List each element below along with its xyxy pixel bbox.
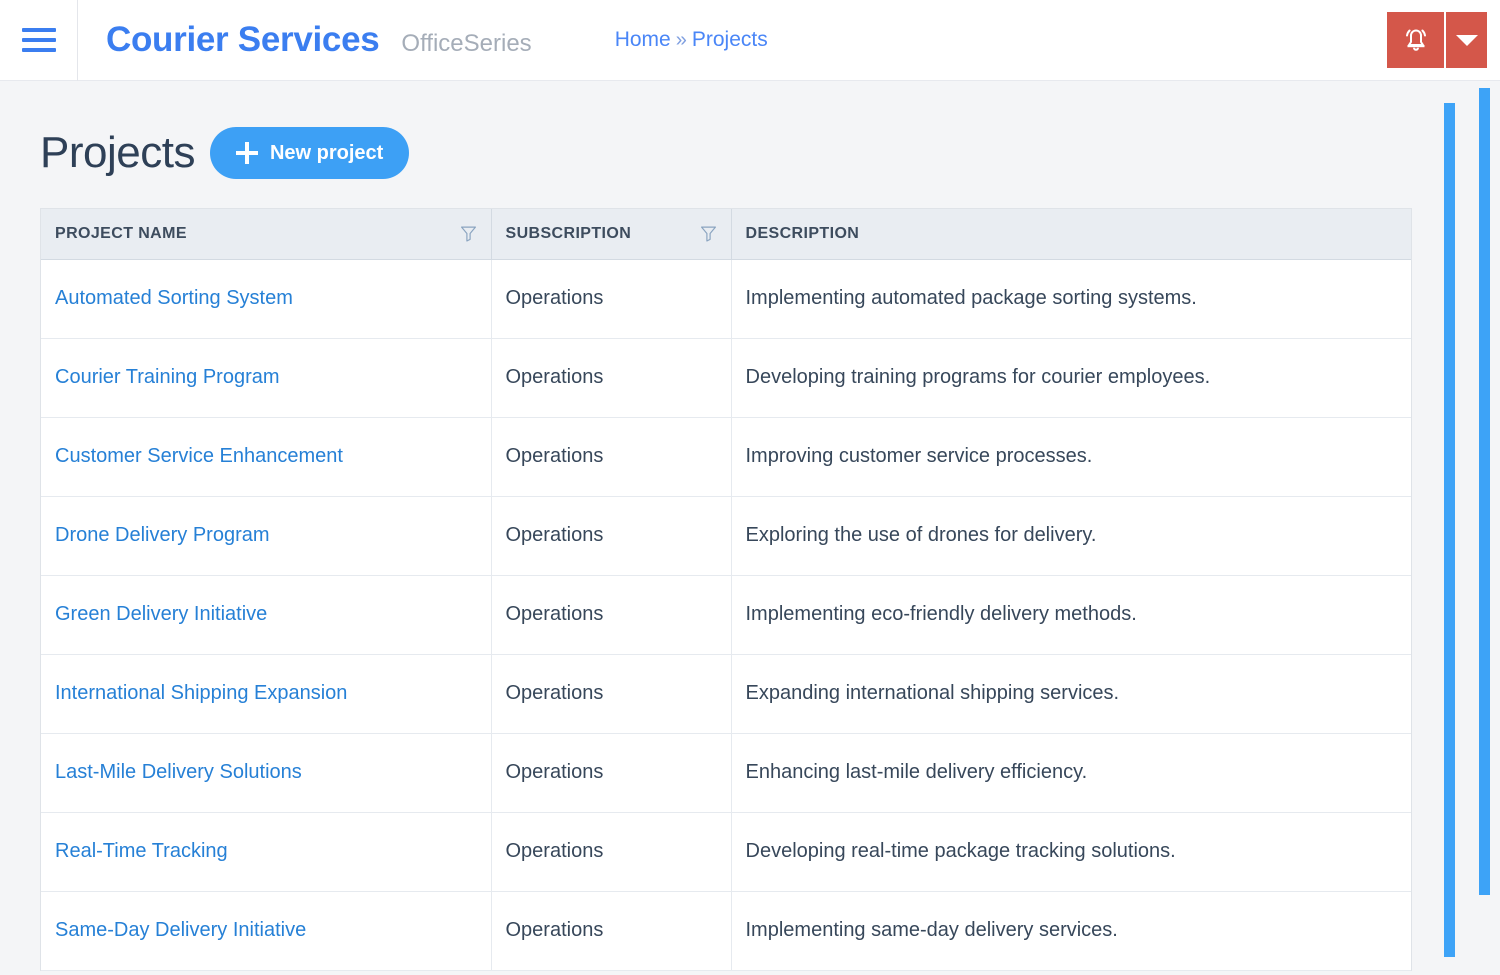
filter-funnel-icon[interactable] <box>460 225 477 242</box>
table-row: Automated Sorting System Operations Implem… <box>41 259 1411 339</box>
cell-project-name: Drone Delivery Program <box>41 496 492 576</box>
table-row: Real-Time Tracking Operations Developing r… <box>41 812 1411 892</box>
cell-subscription: Operations <box>491 733 732 813</box>
project-link[interactable]: Green Delivery Initiative <box>55 603 267 625</box>
inner-scrollbar-thumb[interactable] <box>1444 103 1455 957</box>
table-row: Last-Mile Delivery Solutions Operations En… <box>41 733 1411 813</box>
column-label: PROJECT NAME <box>55 224 187 242</box>
hamburger-menu-icon[interactable] <box>0 0 78 81</box>
cell-subscription: Operations <box>491 812 732 892</box>
notifications-button[interactable] <box>1387 12 1444 68</box>
brand: Courier Services OfficeSeries <box>106 20 532 60</box>
cell-description: Implementing same-day delivery services. <box>731 891 1411 971</box>
cell-description: Developing training programs for courier… <box>731 338 1411 418</box>
filter-funnel-icon[interactable] <box>700 225 717 242</box>
cell-project-name: Automated Sorting System <box>41 259 492 339</box>
header-actions <box>1387 12 1487 68</box>
project-link[interactable]: Same-Day Delivery Initiative <box>55 919 306 941</box>
cell-project-name: Green Delivery Initiative <box>41 575 492 655</box>
project-link[interactable]: Drone Delivery Program <box>55 524 270 546</box>
page-header-row: Projects New project <box>0 81 1500 179</box>
cell-subscription: Operations <box>491 891 732 971</box>
page-scrollbar-thumb[interactable] <box>1479 88 1490 895</box>
hamburger-line <box>21 38 56 42</box>
cell-description: Developing real-time package tracking so… <box>731 812 1411 892</box>
column-header-subscription[interactable]: SUBSCRIPTION <box>491 209 732 260</box>
bell-icon <box>1405 29 1426 51</box>
column-label: SUBSCRIPTION <box>505 224 632 242</box>
page-content: Projects New project PROJECT NAME SUBSCR… <box>0 81 1500 975</box>
projects-table-container: PROJECT NAME SUBSCRIPTION DESCRIPTION Au… <box>40 208 1412 971</box>
table-body: Automated Sorting System Operations Implem… <box>41 259 1411 971</box>
project-link[interactable]: Last-Mile Delivery Solutions <box>55 761 302 783</box>
column-header-description[interactable]: DESCRIPTION <box>731 209 1411 260</box>
project-link[interactable]: Automated Sorting System <box>55 287 293 309</box>
app-header: Courier Services OfficeSeries Home » Pro… <box>0 0 1500 81</box>
column-header-project-name[interactable]: PROJECT NAME <box>41 209 492 260</box>
cell-subscription: Operations <box>491 338 732 418</box>
project-link[interactable]: International Shipping Expansion <box>55 682 347 704</box>
cell-project-name: Last-Mile Delivery Solutions <box>41 733 492 813</box>
table-row: Drone Delivery Program Operations Explorin… <box>41 496 1411 576</box>
table-row: Courier Training Program Operations Develo… <box>41 338 1411 418</box>
plus-icon <box>235 142 258 164</box>
cell-description: Exploring the use of drones for delivery… <box>731 496 1411 576</box>
cell-description: Enhancing last-mile delivery efficiency. <box>731 733 1411 813</box>
cell-subscription: Operations <box>491 654 732 734</box>
cell-project-name: Real-Time Tracking <box>41 812 492 892</box>
cell-description: Implementing eco-friendly delivery metho… <box>731 575 1411 655</box>
table-header-row: PROJECT NAME SUBSCRIPTION DESCRIPTION <box>41 209 1411 260</box>
cell-subscription: Operations <box>491 259 732 339</box>
new-project-button[interactable]: New project <box>209 127 410 179</box>
project-link[interactable]: Customer Service Enhancement <box>55 445 343 467</box>
hamburger-line <box>21 48 56 52</box>
chevron-down-icon <box>1455 34 1478 46</box>
breadcrumb: Home » Projects <box>615 28 768 52</box>
breadcrumb-link-home[interactable]: Home <box>615 28 671 52</box>
table-row: Green Delivery Initiative Operations Imple… <box>41 575 1411 655</box>
breadcrumb-separator: » <box>675 29 687 51</box>
cell-subscription: Operations <box>491 417 732 497</box>
cell-project-name: Same-Day Delivery Initiative <box>41 891 492 971</box>
brand-title: Courier Services <box>106 20 380 59</box>
table-row: Same-Day Delivery Initiative Operations Im… <box>41 891 1411 971</box>
hamburger-line <box>21 28 56 32</box>
table-row: International Shipping Expansion Operatio… <box>41 654 1411 734</box>
cell-project-name: Customer Service Enhancement <box>41 417 492 497</box>
cell-project-name: International Shipping Expansion <box>41 654 492 734</box>
cell-project-name: Courier Training Program <box>41 338 492 418</box>
table-head: PROJECT NAME SUBSCRIPTION DESCRIPTION <box>41 209 1411 260</box>
brand-suffix: OfficeSeries <box>401 30 532 57</box>
projects-table: PROJECT NAME SUBSCRIPTION DESCRIPTION Au… <box>41 209 1411 971</box>
new-project-label: New project <box>269 141 384 164</box>
breadcrumb-link-projects[interactable]: Projects <box>692 28 768 52</box>
project-link[interactable]: Real-Time Tracking <box>55 840 228 862</box>
cell-description: Implementing automated package sorting s… <box>731 259 1411 339</box>
cell-description: Expanding international shipping service… <box>731 654 1411 734</box>
cell-description: Improving customer service processes. <box>731 417 1411 497</box>
project-link[interactable]: Courier Training Program <box>55 366 280 388</box>
table-row: Customer Service Enhancement Operations Im… <box>41 417 1411 497</box>
column-label: DESCRIPTION <box>745 224 860 242</box>
user-menu-button[interactable] <box>1446 12 1487 68</box>
cell-subscription: Operations <box>491 496 732 576</box>
page-title: Projects <box>40 128 195 177</box>
cell-subscription: Operations <box>491 575 732 655</box>
